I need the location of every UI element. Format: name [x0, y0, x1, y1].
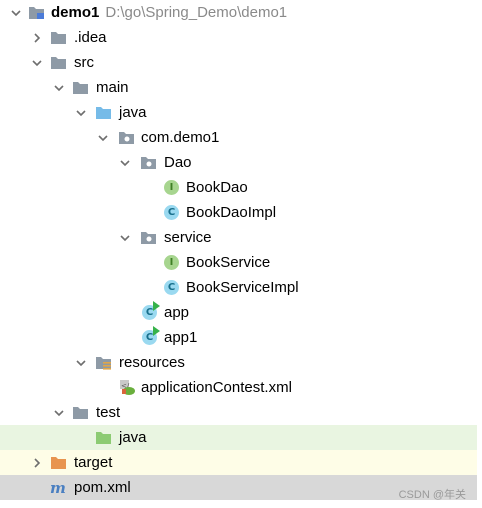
tree-row-bookservice[interactable]: I BookService [0, 250, 477, 275]
project-name: demo1 [51, 4, 100, 21]
folder-icon [72, 79, 89, 96]
tree-label: applicationContest.xml [141, 379, 292, 396]
tree-label: BookService [186, 254, 271, 271]
tree-label: pom.xml [74, 479, 131, 496]
tree-label: main [96, 79, 129, 96]
tree-row-package-dao[interactable]: Dao [0, 150, 477, 175]
tree-label: BookDaoImpl [186, 204, 277, 221]
folder-icon [50, 29, 67, 46]
chevron-right-icon[interactable] [30, 25, 44, 50]
resources-folder-icon [95, 354, 112, 371]
tree-label: java [119, 104, 147, 121]
source-folder-icon [95, 104, 112, 121]
chevron-down-icon[interactable] [74, 100, 88, 125]
tree-row-resources[interactable]: resources [0, 350, 477, 375]
tree-row-bookdaoimpl[interactable]: C BookDaoImpl [0, 200, 477, 225]
watermark: CSDN @年关 [398, 489, 466, 501]
chevron-down-icon[interactable] [74, 350, 88, 375]
tree-row-bookdao[interactable]: I BookDao [0, 175, 477, 200]
tree-label: BookServiceImpl [186, 279, 299, 296]
tree-label: app [164, 304, 190, 321]
tree-label: .idea [74, 29, 107, 46]
tree-label: src [74, 54, 94, 71]
module-folder-icon [28, 4, 45, 21]
excluded-folder-icon [50, 454, 67, 471]
runnable-class-icon: C [141, 326, 160, 346]
folder-icon [72, 404, 89, 421]
tree-row-demo1[interactable]: demo1 D:\go\Spring_Demo\demo1 [0, 0, 477, 25]
tree-row-package-service[interactable]: service [0, 225, 477, 250]
chevron-down-icon[interactable] [118, 150, 132, 175]
spring-xml-file-icon: </ [118, 379, 135, 396]
tree-label: app1 [164, 329, 198, 346]
tree-row-bookserviceimpl[interactable]: C BookServiceImpl [0, 275, 477, 300]
chevron-down-icon[interactable] [9, 0, 23, 25]
chevron-down-icon[interactable] [52, 400, 66, 425]
folder-icon [50, 54, 67, 71]
svg-text:m: m [50, 479, 66, 496]
interface-icon: I [163, 254, 180, 271]
tree-row-package-com-demo1[interactable]: com.demo1 [0, 125, 477, 150]
tree-row-applicationcontest-xml[interactable]: </ applicationContest.xml [0, 375, 477, 400]
tree-label: BookDao [186, 179, 248, 196]
chevron-down-icon[interactable] [96, 125, 110, 150]
run-arrow-icon [153, 301, 160, 311]
class-icon: C [163, 279, 180, 296]
tree-row-app[interactable]: C app [0, 300, 477, 325]
project-path: D:\go\Spring_Demo\demo1 [105, 4, 288, 21]
tree-row-src[interactable]: src [0, 50, 477, 75]
tree-row-target[interactable]: target [0, 450, 477, 475]
package-icon [118, 129, 135, 146]
package-icon [140, 154, 157, 171]
run-arrow-icon [153, 326, 160, 336]
tree-label: resources [119, 354, 185, 371]
tree-row-test[interactable]: test [0, 400, 477, 425]
tree-label: target [74, 454, 113, 471]
chevron-down-icon[interactable] [52, 75, 66, 100]
chevron-right-icon[interactable] [30, 450, 44, 475]
chevron-down-icon[interactable] [30, 50, 44, 75]
maven-icon: m [50, 479, 67, 497]
tree-row-java-tests[interactable]: java [0, 425, 477, 450]
runnable-class-icon: C [141, 301, 160, 321]
class-icon: C [163, 204, 180, 221]
clipped-row-edge [0, 504, 482, 508]
tree-row-main[interactable]: main [0, 75, 477, 100]
tree-row-idea[interactable]: .idea [0, 25, 477, 50]
tree-label: service [164, 229, 212, 246]
tree-label: Dao [164, 154, 192, 171]
interface-icon: I [163, 179, 180, 196]
tree-label: test [96, 404, 121, 421]
chevron-down-icon[interactable] [118, 225, 132, 250]
tree-row-java-sources[interactable]: java [0, 100, 477, 125]
tree-row-app1[interactable]: C app1 [0, 325, 477, 350]
tree-label: com.demo1 [141, 129, 220, 146]
project-tree: demo1 D:\go\Spring_Demo\demo1 .idea src m… [0, 0, 477, 500]
package-icon [140, 229, 157, 246]
tree-label: java [119, 429, 147, 446]
test-folder-icon [95, 429, 112, 446]
